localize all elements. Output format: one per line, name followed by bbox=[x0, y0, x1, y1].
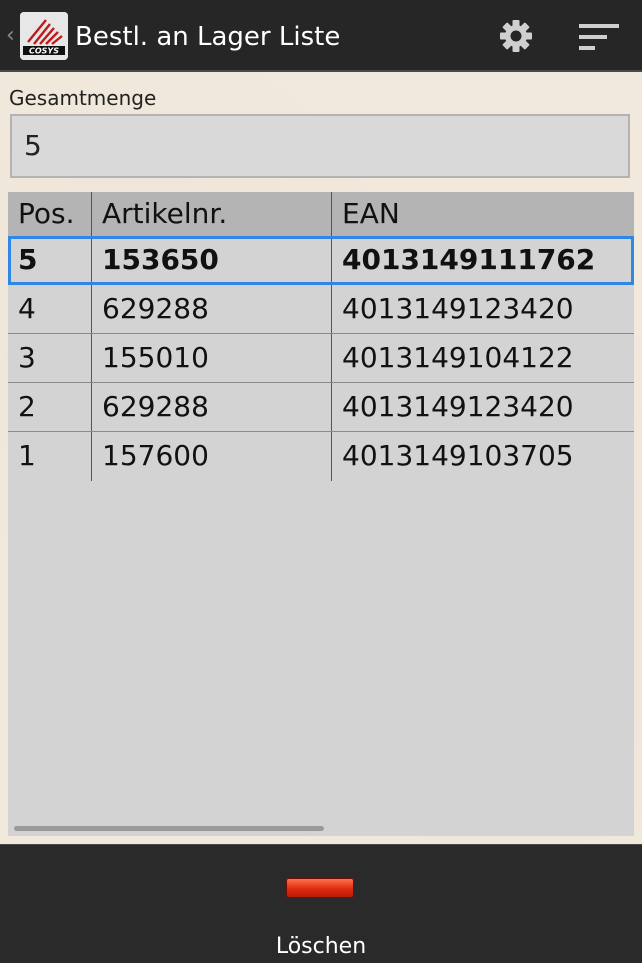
gear-icon bbox=[500, 20, 532, 52]
content-area: Gesamtmenge 5 Pos. Artikelnr. EAN 5 1536… bbox=[0, 72, 642, 844]
bottom-action-bar: Löschen bbox=[0, 844, 642, 963]
settings-button[interactable] bbox=[494, 14, 538, 58]
column-header-ean[interactable]: EAN bbox=[331, 192, 634, 236]
overflow-menu-button[interactable] bbox=[575, 18, 623, 58]
cell-ean: 4013149111762 bbox=[331, 239, 634, 282]
cell-artikelnr: 155010 bbox=[91, 334, 331, 382]
table-row[interactable]: 4 629288 4013149123420 bbox=[8, 285, 634, 334]
cell-pos: 2 bbox=[18, 390, 36, 423]
table-header: Pos. Artikelnr. EAN bbox=[8, 192, 634, 236]
cell-ean: 4013149123420 bbox=[331, 285, 634, 333]
chevron-left-icon[interactable]: ‹ bbox=[6, 24, 15, 48]
cell-ean: 4013149104122 bbox=[331, 334, 634, 382]
order-table: Pos. Artikelnr. EAN 5 153650 40131491117… bbox=[8, 192, 634, 836]
table-row[interactable]: 2 629288 4013149123420 bbox=[8, 383, 634, 432]
delete-button-label[interactable]: Löschen bbox=[0, 933, 642, 961]
cell-artikelnr: 157600 bbox=[91, 432, 331, 481]
table-row[interactable]: 5 153650 4013149111762 bbox=[8, 236, 634, 285]
sort-menu-icon bbox=[579, 24, 619, 50]
cell-pos: 4 bbox=[18, 292, 36, 325]
cell-artikelnr: 153650 bbox=[91, 239, 331, 282]
cell-ean: 4013149103705 bbox=[331, 432, 634, 481]
total-quantity-field[interactable]: 5 bbox=[10, 114, 630, 178]
total-quantity-label: Gesamtmenge bbox=[9, 86, 157, 110]
cell-ean: 4013149123420 bbox=[331, 383, 634, 431]
cell-pos: 1 bbox=[18, 439, 36, 472]
cell-pos: 5 bbox=[18, 243, 38, 276]
cell-pos: 3 bbox=[18, 341, 36, 374]
column-header-pos[interactable]: Pos. bbox=[8, 192, 91, 236]
cell-artikelnr: 629288 bbox=[91, 383, 331, 431]
cell-artikelnr: 629288 bbox=[91, 285, 331, 333]
app-logo[interactable]: COSYS bbox=[20, 12, 68, 60]
table-row[interactable]: 3 155010 4013149104122 bbox=[8, 334, 634, 383]
action-bar: ‹ COSYS Bestl. an Lager Liste bbox=[0, 0, 642, 72]
page-title: Bestl. an Lager Liste bbox=[75, 22, 341, 52]
table-row[interactable]: 1 157600 4013149103705 bbox=[8, 432, 634, 481]
delete-icon[interactable] bbox=[286, 878, 354, 898]
cosys-logo-icon: COSYS bbox=[20, 12, 68, 60]
logo-text: COSYS bbox=[29, 47, 59, 56]
horizontal-scrollbar[interactable] bbox=[14, 826, 324, 831]
column-header-artikelnr[interactable]: Artikelnr. bbox=[91, 192, 331, 236]
